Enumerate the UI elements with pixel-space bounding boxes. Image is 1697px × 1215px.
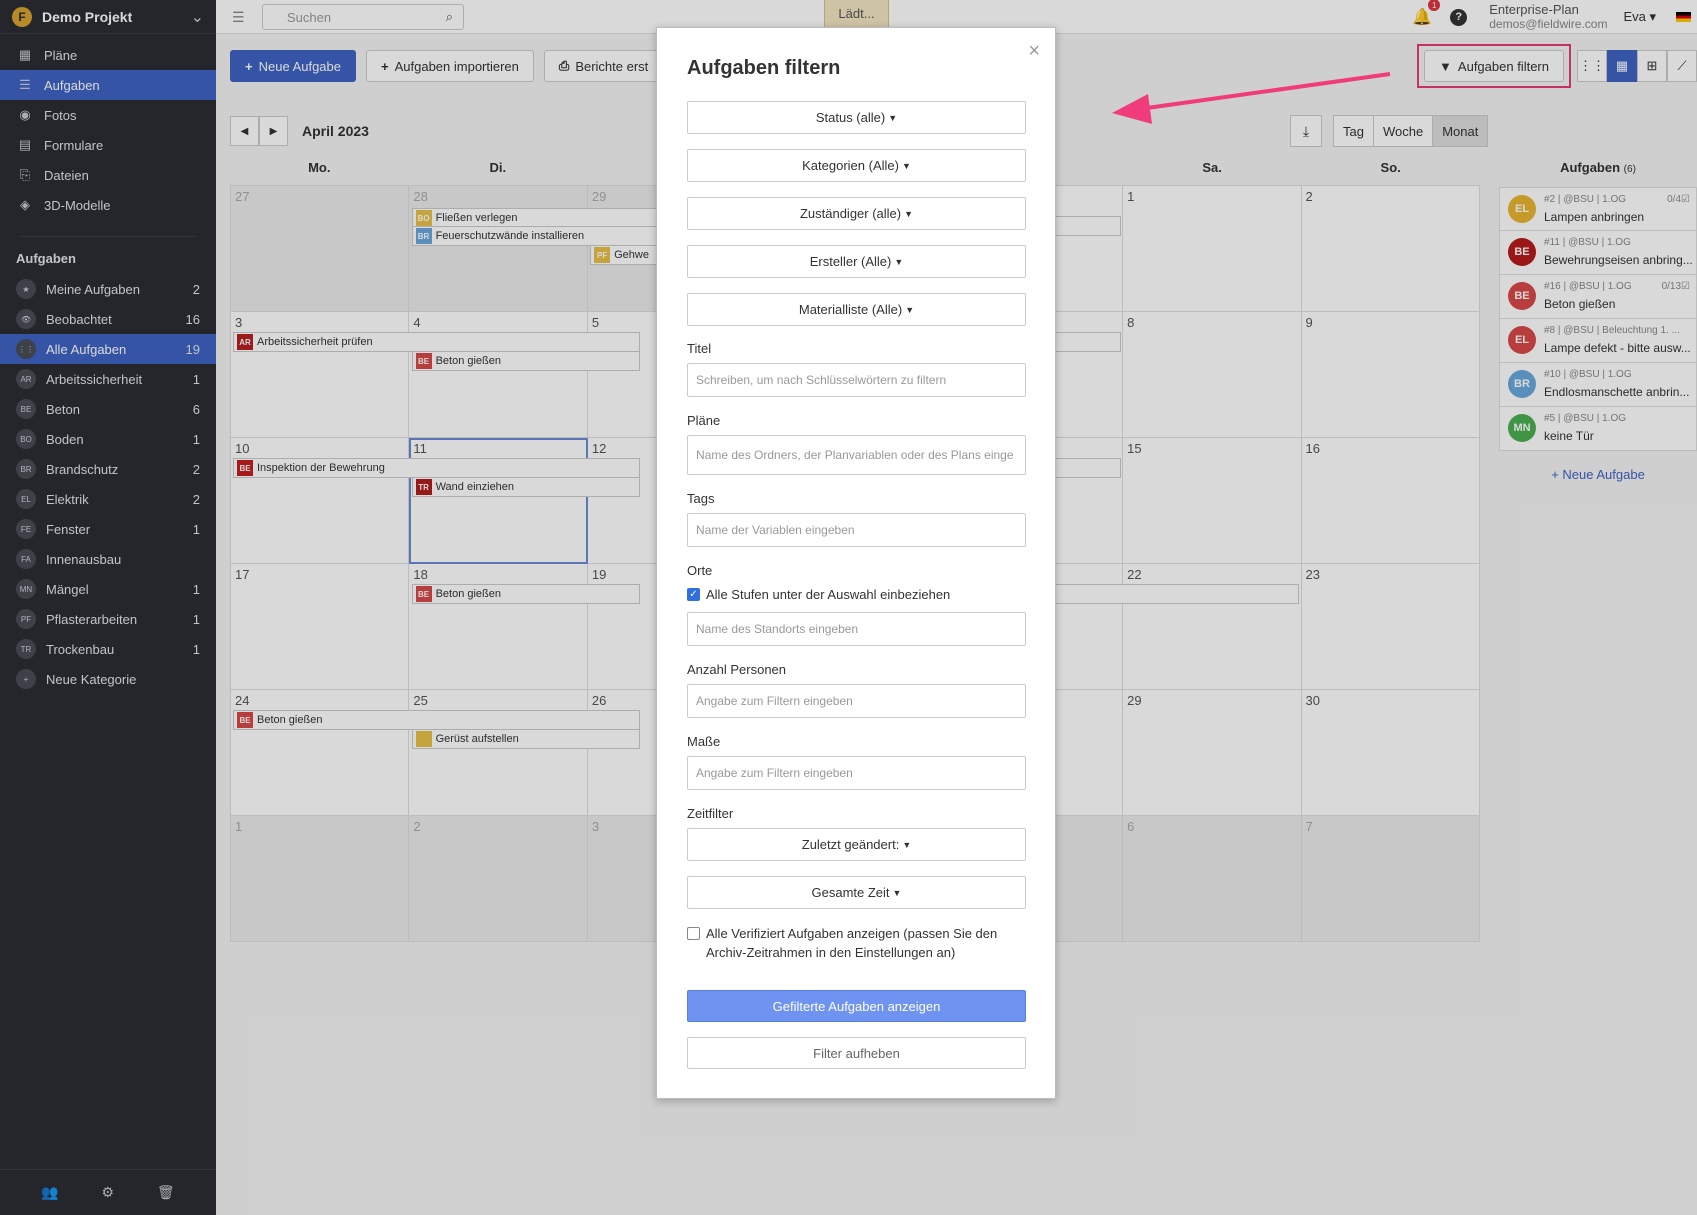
title-label: Titel xyxy=(687,341,712,356)
dropdown-label: Status (alle) xyxy=(815,110,886,125)
tags-label: Tags xyxy=(687,491,715,506)
dropdown-label: Ersteller (Alle) xyxy=(809,254,892,269)
dropdown-label: Materialliste (Alle) xyxy=(798,302,903,317)
measures-label: Maße xyxy=(687,734,721,749)
checkbox-unchecked[interactable] xyxy=(687,927,700,940)
caret-down-icon: ▼ xyxy=(888,112,898,123)
time-range-dropdown[interactable]: Gesamte Zeit ▼ xyxy=(687,876,1026,909)
dropdown-label: Gesamte Zeit xyxy=(811,885,890,900)
annotation-arrow xyxy=(1112,72,1391,124)
dropdown-label: Zuständiger (alle) xyxy=(799,206,902,221)
show-verified-label: Alle Verifiziert Aufgaben anzeigen (pass… xyxy=(706,926,998,960)
include-sublevels-label: Alle Stufen unter der Auswahl einbeziehe… xyxy=(706,587,951,602)
status-dropdown[interactable]: Status (alle) ▼ xyxy=(687,101,1026,134)
title-input[interactable]: Schreiben, um nach Schlüsselwörtern zu f… xyxy=(687,363,1026,397)
clear-filter-button[interactable]: Filter aufheben xyxy=(687,1037,1026,1069)
show-verified-checkbox-row[interactable]: Alle Verifiziert Aufgaben anzeigen (pass… xyxy=(687,924,1026,962)
apply-filter-button[interactable]: Gefilterte Aufgaben anzeigen xyxy=(687,990,1026,1022)
categories-dropdown[interactable]: Kategorien (Alle) ▼ xyxy=(687,149,1026,182)
caret-down-icon: ▼ xyxy=(904,208,914,219)
dropdown-label: Zuletzt geändert: xyxy=(801,837,900,852)
caret-down-icon: ▼ xyxy=(902,839,912,850)
plans-label: Pläne xyxy=(687,413,721,428)
caret-down-icon: ▼ xyxy=(892,887,902,898)
caret-down-icon: ▼ xyxy=(894,256,904,267)
modal-body: Status (alle) ▼ Kategorien (Alle) ▼ Zustän… xyxy=(687,101,1026,1069)
time-filter-label: Zeitfilter xyxy=(687,806,734,821)
material-list-dropdown[interactable]: Materialliste (Alle) ▼ xyxy=(687,293,1026,326)
last-modified-dropdown[interactable]: Zuletzt geändert: ▼ xyxy=(687,828,1026,861)
plans-input[interactable]: Name des Ordners, der Planvariablen oder… xyxy=(687,435,1026,475)
modal-title: Aufgaben filtern xyxy=(687,57,841,79)
persons-input[interactable]: Angabe zum Filtern eingeben xyxy=(687,684,1026,718)
close-icon[interactable]: × xyxy=(1028,40,1040,63)
measures-input[interactable]: Angabe zum Filtern eingeben xyxy=(687,756,1026,790)
filter-tasks-modal: × Aufgaben filtern Status (alle) ▼ Katego… xyxy=(656,27,1056,1099)
location-input[interactable]: Name des Standorts eingeben xyxy=(687,612,1026,646)
persons-label: Anzahl Personen xyxy=(687,662,787,677)
checkbox-checked[interactable]: ✓ xyxy=(687,588,700,601)
caret-down-icon: ▼ xyxy=(905,304,915,315)
tags-input[interactable]: Name der Variablen eingeben xyxy=(687,513,1026,547)
include-sublevels-checkbox-row[interactable]: ✓ Alle Stufen unter der Auswahl einbezieh… xyxy=(687,585,1026,604)
assignee-dropdown[interactable]: Zuständiger (alle) ▼ xyxy=(687,197,1026,230)
caret-down-icon: ▼ xyxy=(901,160,911,171)
dropdown-label: Kategorien (Alle) xyxy=(802,158,899,173)
locations-label: Orte xyxy=(687,563,713,578)
creator-dropdown[interactable]: Ersteller (Alle) ▼ xyxy=(687,245,1026,278)
